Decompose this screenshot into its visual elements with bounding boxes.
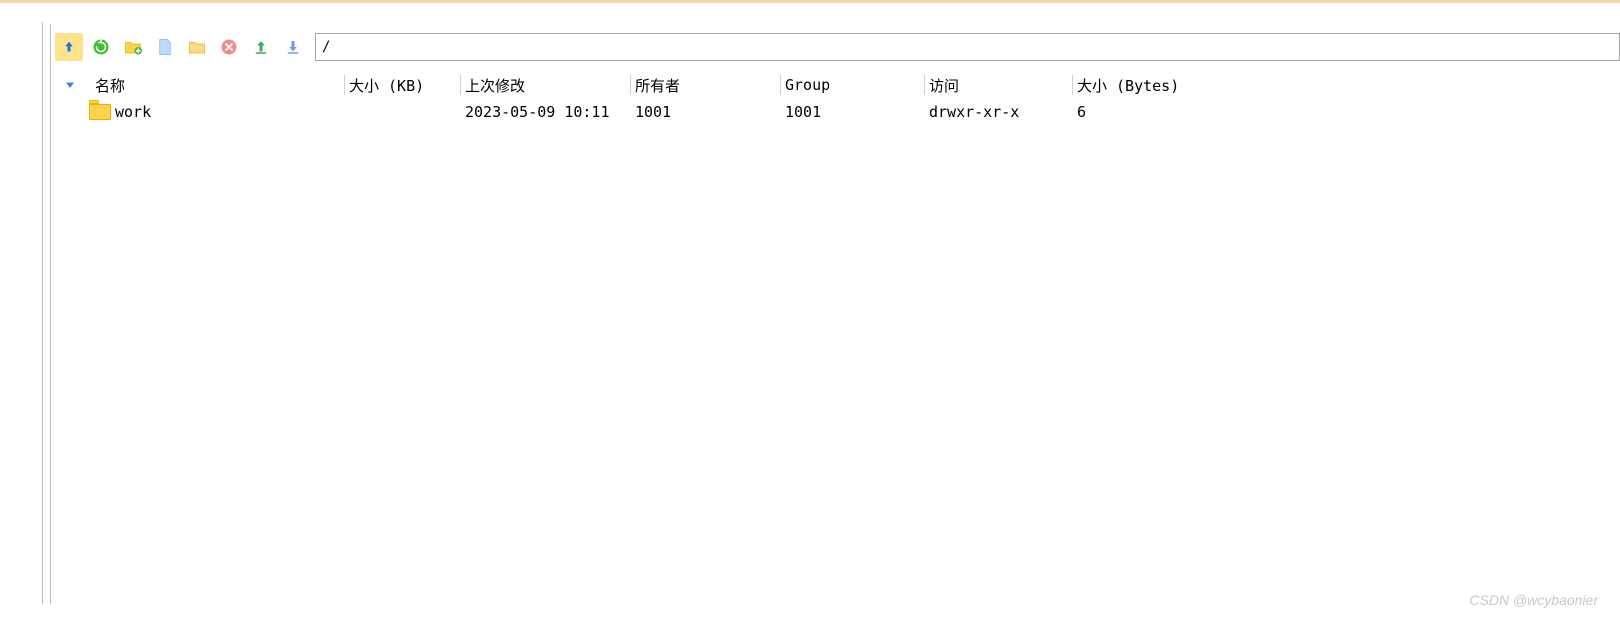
file-owner: 1001 [631, 100, 781, 124]
col-header-modified[interactable]: 上次修改 [461, 72, 631, 98]
table-row[interactable]: work 2023-05-09 10:11 1001 1001 drwxr-xr… [55, 100, 1620, 124]
file-size-kb [345, 100, 461, 124]
toolbar [55, 30, 1620, 64]
upload-icon [252, 38, 270, 56]
refresh-icon [92, 38, 110, 56]
col-header-size-kb[interactable]: 大小 (KB) [345, 72, 461, 98]
col-header-owner[interactable]: 所有者 [631, 72, 781, 98]
new-file-icon [156, 38, 174, 56]
file-access: drwxr-xr-x [925, 100, 1073, 124]
col-header-size-bytes[interactable]: 大小 (Bytes) [1073, 72, 1620, 98]
new-file-button[interactable] [151, 33, 179, 61]
new-folder-icon [124, 38, 142, 56]
download-icon [284, 38, 302, 56]
open-folder-button[interactable] [183, 33, 211, 61]
arrow-up-folder-icon [60, 38, 78, 56]
file-size-bytes: 6 [1073, 100, 1620, 124]
go-up-button[interactable] [55, 33, 83, 61]
watermark: CSDN @wcybaonier [1469, 592, 1598, 608]
path-input[interactable] [315, 33, 1620, 61]
column-header-row: 名称 大小 (KB) 上次修改 所有者 Group 访问 大小 (Bytes) [55, 72, 1620, 98]
col-header-group[interactable]: Group [781, 72, 925, 98]
window-top-accent [0, 0, 1620, 3]
new-folder-button[interactable] [119, 33, 147, 61]
folder-icon [89, 104, 111, 120]
file-group: 1001 [781, 100, 925, 124]
delete-button[interactable] [215, 33, 243, 61]
col-header-name[interactable]: 名称 [55, 72, 345, 98]
upload-button[interactable] [247, 33, 275, 61]
file-modified: 2023-05-09 10:11 [461, 100, 631, 124]
refresh-button[interactable] [87, 33, 115, 61]
file-name: work [115, 103, 151, 121]
col-header-access[interactable]: 访问 [925, 72, 1073, 98]
close-icon [220, 38, 238, 56]
download-button[interactable] [279, 33, 307, 61]
open-folder-icon [188, 38, 206, 56]
